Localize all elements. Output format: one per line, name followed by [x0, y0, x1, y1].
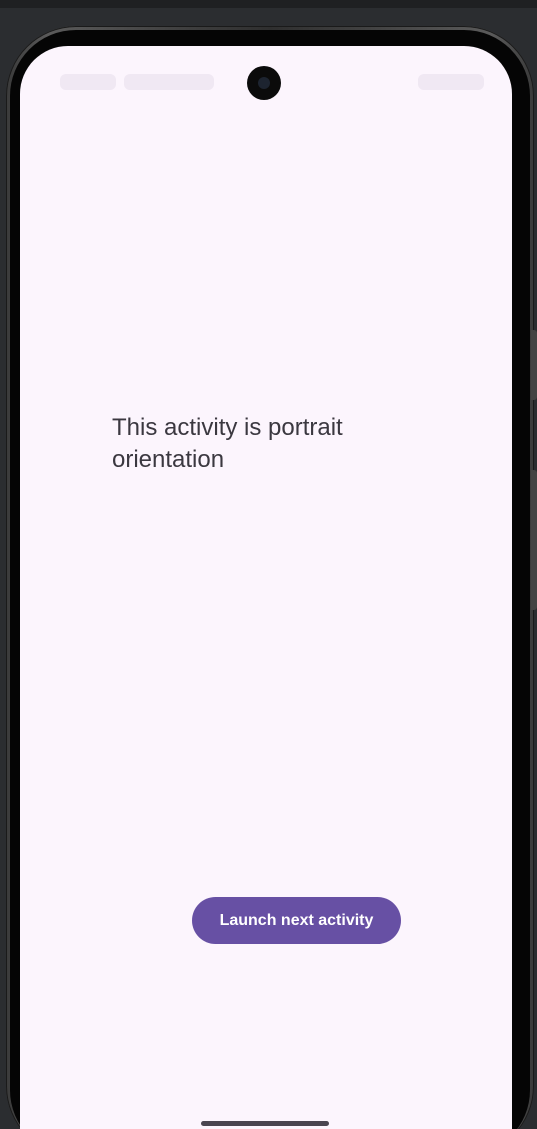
status-notification-icons: [124, 74, 214, 90]
app-screen: This activity is portrait orientation La…: [20, 46, 512, 1129]
emulator-top-bar: [0, 0, 537, 8]
front-camera-icon: [247, 66, 281, 100]
power-button[interactable]: [531, 470, 537, 610]
orientation-message: This activity is portrait orientation: [112, 414, 343, 473]
status-system-icons: [418, 74, 484, 90]
launch-next-activity-button[interactable]: Launch next activity: [192, 897, 401, 944]
status-time-indicator: [60, 74, 116, 90]
status-bar: [20, 46, 512, 106]
volume-button[interactable]: [531, 330, 537, 400]
gesture-nav-handle[interactable]: [201, 1121, 329, 1126]
emulator-stage: This activity is portrait orientation La…: [0, 0, 537, 1129]
